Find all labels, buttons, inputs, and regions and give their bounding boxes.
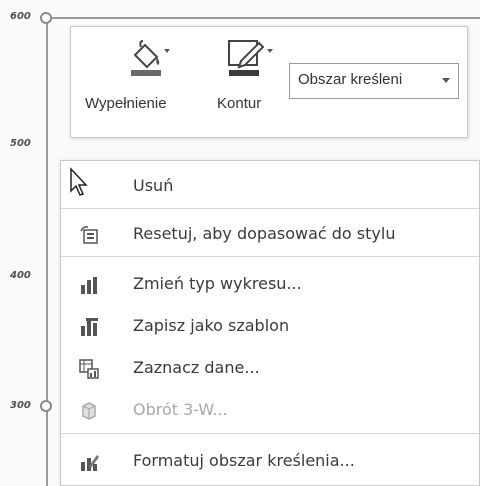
menu-item-format-plot-area[interactable]: Formatuj obszar kreślenia... [61,442,479,482]
axis-tick-label: 300 [10,400,31,411]
menu-item-label: Zapisz jako szablon [133,316,290,335]
select-data-icon [79,359,99,379]
menu-item-label: Zaznacz dane... [133,358,260,377]
reset-style-icon [80,226,98,244]
menu-item-label: Usuń [133,176,174,195]
outline-button[interactable]: Kontur [217,27,283,139]
menu-item-save-template[interactable]: Zapisz jako szablon [61,307,479,347]
menu-item-change-chart-type[interactable]: Zmień typ wykresu... [61,265,479,305]
chevron-down-icon [442,78,450,83]
selection-handle[interactable] [40,12,52,24]
plot-area-top-border [52,17,480,19]
menu-item-3d-rotation: Obrót 3-W... [61,391,479,431]
paint-bucket-icon [131,40,170,76]
menu-divider [61,433,479,434]
vertical-axis-line [46,18,48,486]
context-menu: Usuń Resetuj, aby dopasować do stylu Zmi… [60,160,480,486]
menu-item-delete[interactable]: Usuń [61,167,479,207]
menu-item-label: Formatuj obszar kreślenia... [133,451,355,470]
fill-label: Wypełnienie [85,95,167,112]
mini-toolbar: Wypełnienie Kontur Obszar kreśleni [70,26,468,138]
menu-divider [61,208,479,209]
menu-item-select-data[interactable]: Zaznacz dane... [61,349,479,389]
menu-item-label: Obrót 3-W... [133,400,228,419]
axis-tick-label: 600 [10,11,31,22]
chart-element-dropdown[interactable]: Obszar kreśleni [289,63,459,99]
pencil-icon [228,40,273,76]
outline-label: Kontur [217,95,262,112]
chart-element-value: Obszar kreśleni [298,71,403,88]
menu-item-reset-style[interactable]: Resetuj, aby dopasować do stylu [61,215,479,255]
bar-chart-icon [81,277,97,294]
axis-tick-label: 500 [10,138,31,149]
axis-tick-label: 400 [10,270,31,281]
selection-handle[interactable] [40,400,52,412]
menu-divider [61,256,479,257]
cube-icon [82,402,96,420]
fill-button[interactable]: Wypełnienie [85,27,203,139]
menu-item-label: Resetuj, aby dopasować do stylu [133,224,396,243]
format-area-icon [81,455,99,471]
save-template-icon [81,318,98,336]
menu-item-label: Zmień typ wykresu... [133,274,302,293]
